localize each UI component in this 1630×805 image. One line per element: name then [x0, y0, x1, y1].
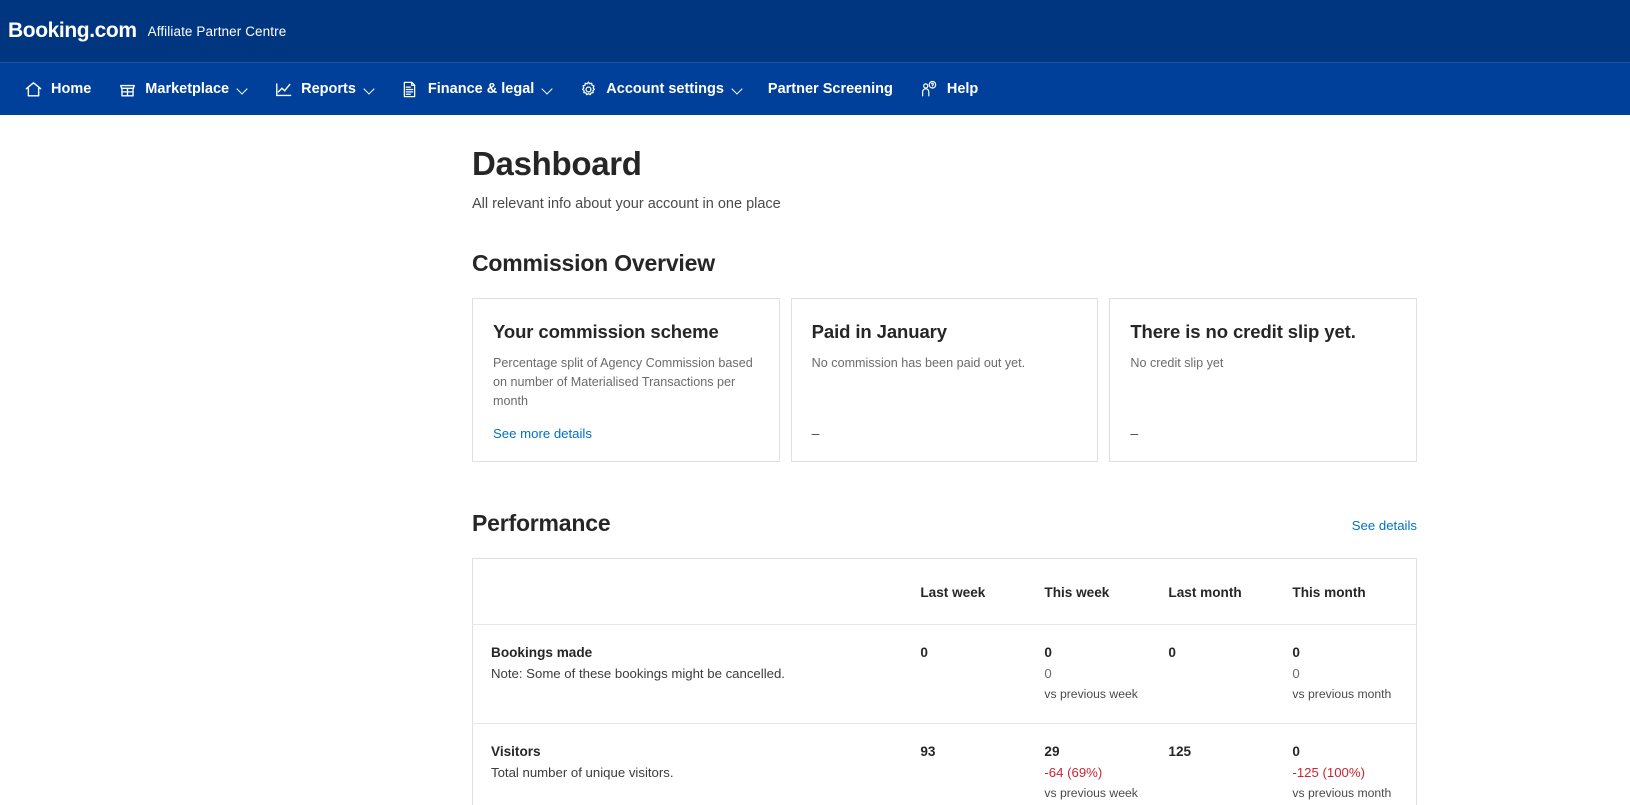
chart-line-icon — [273, 79, 293, 99]
row-label-cell: Visitors Total number of unique visitors… — [473, 723, 921, 805]
card-description: Percentage split of Agency Commission ba… — [493, 356, 753, 408]
see-details-link[interactable]: See details — [1352, 518, 1417, 537]
card-footer: – — [812, 411, 1078, 443]
nav-label-home: Home — [51, 81, 92, 97]
gear-icon — [578, 79, 598, 99]
storefront-icon — [117, 79, 137, 99]
main-navigation: Home Marketplace Reports Finance & legal… — [0, 62, 1630, 115]
chevron-down-icon — [543, 85, 552, 94]
cell-delta: 0 — [1044, 665, 1052, 681]
cell-this-week: 0 0 vs previous week — [1044, 624, 1169, 724]
card-description: No credit slip yet — [1130, 356, 1224, 370]
card-footer: See more details — [493, 411, 759, 443]
table-row: Bookings made Note: Some of these bookin… — [472, 624, 1417, 724]
column-header-this-week: This week — [1044, 558, 1169, 625]
page-subtitle: All relevant info about your account in … — [472, 196, 781, 212]
content-column: Dashboard All relevant info about your a… — [472, 145, 1418, 805]
home-icon — [23, 79, 43, 99]
cell-value: 0 — [920, 644, 928, 660]
nav-label-help: Help — [946, 81, 979, 97]
commission-card-credit-slip: There is no credit slip yet. No credit s… — [1109, 298, 1418, 462]
column-header-blank — [472, 558, 921, 625]
performance-header: Performance See details — [472, 510, 1417, 537]
nav-label-finance-legal: Finance & legal — [427, 81, 535, 97]
performance-section-title: Performance — [472, 509, 611, 536]
see-more-details-link[interactable]: See more details — [493, 426, 592, 441]
brand-bar: Booking.com Affiliate Partner Centre — [0, 0, 1630, 62]
column-header-last-week: Last week — [920, 558, 1045, 625]
nav-label-account-settings: Account settings — [606, 81, 724, 97]
column-header-this-month: This month — [1292, 558, 1417, 625]
chevron-down-icon — [238, 85, 247, 94]
table-row: Visitors Total number of unique visitors… — [473, 723, 1417, 805]
performance-table-head: Last week This week Last month This mont… — [472, 558, 1417, 625]
column-header-last-month: Last month — [1168, 558, 1293, 625]
cell-value: 29 — [1044, 743, 1060, 759]
card-footer: – — [1130, 411, 1396, 443]
cell-last-month: 0 — [1168, 624, 1293, 724]
invoice-icon — [400, 79, 420, 99]
booking-logo[interactable]: Booking.com — [8, 19, 137, 43]
nav-item-marketplace[interactable]: Marketplace — [104, 63, 260, 116]
performance-table: Last week This week Last month This mont… — [472, 557, 1417, 805]
page-body: Dashboard All relevant info about your a… — [0, 115, 1630, 805]
person-question-icon — [919, 79, 939, 99]
cell-value: 0 — [1292, 644, 1300, 660]
cell-value: 93 — [920, 743, 936, 759]
card-value: – — [811, 424, 820, 441]
nav-label-partner-screening: Partner Screening — [767, 81, 893, 97]
nav-label-reports: Reports — [301, 81, 356, 97]
card-title: Paid in January — [811, 321, 947, 342]
nav-item-partner-screening[interactable]: Partner Screening — [755, 63, 906, 116]
commission-card-scheme: Your commission scheme Percentage split … — [472, 298, 780, 462]
nav-item-home[interactable]: Home — [10, 63, 104, 116]
commission-card-paid: Paid in January No commission has been p… — [790, 298, 1099, 462]
cell-this-month: 0 -125 (100%) vs previous month — [1292, 723, 1416, 805]
brand-subtitle: Affiliate Partner Centre — [147, 23, 287, 39]
performance-table-body: Bookings made Note: Some of these bookin… — [472, 624, 1417, 805]
cell-comparison-label: vs previous week — [1044, 785, 1138, 800]
table-header-row: Last week This week Last month This mont… — [472, 558, 1417, 625]
cell-comparison-label: vs previous month — [1292, 785, 1392, 800]
row-label-cell: Bookings made Note: Some of these bookin… — [472, 624, 921, 724]
row-name: Visitors — [491, 743, 541, 759]
cell-delta: -125 (100%) — [1292, 764, 1365, 780]
cell-comparison-label: vs previous month — [1292, 686, 1392, 701]
card-title: There is no credit slip yet. — [1130, 321, 1356, 342]
cell-this-month: 0 0 vs previous month — [1292, 624, 1417, 724]
cell-last-week: 0 — [920, 624, 1045, 724]
cell-value: 0 — [1044, 644, 1052, 660]
cell-last-week: 93 — [920, 723, 1044, 805]
cell-value: 0 — [1168, 644, 1176, 660]
cell-delta: -64 (69%) — [1044, 764, 1103, 780]
commission-cards: Your commission scheme Percentage split … — [472, 298, 1418, 462]
page-title: Dashboard — [472, 145, 642, 182]
card-value: – — [1130, 424, 1139, 441]
card-description: No commission has been paid out yet. — [811, 356, 1026, 370]
nav-item-help[interactable]: Help — [906, 63, 991, 116]
card-title: Your commission scheme — [493, 321, 719, 342]
nav-label-marketplace: Marketplace — [145, 81, 230, 97]
row-name: Bookings made — [491, 644, 593, 660]
nav-item-reports[interactable]: Reports — [260, 63, 387, 116]
nav-item-account-settings[interactable]: Account settings — [565, 63, 755, 116]
cell-delta: 0 — [1292, 665, 1300, 681]
chevron-down-icon — [365, 85, 374, 94]
cell-value: 125 — [1168, 743, 1192, 759]
chevron-down-icon — [733, 85, 742, 94]
cell-comparison-label: vs previous week — [1044, 686, 1138, 701]
cell-value: 0 — [1292, 743, 1300, 759]
commission-section-title: Commission Overview — [472, 250, 715, 276]
cell-last-month: 125 — [1168, 723, 1292, 805]
row-note: Total number of unique visitors. — [491, 764, 674, 780]
cell-this-week: 29 -64 (69%) vs previous week — [1044, 723, 1168, 805]
row-note: Note: Some of these bookings might be ca… — [491, 665, 785, 681]
nav-item-finance-legal[interactable]: Finance & legal — [387, 63, 565, 116]
